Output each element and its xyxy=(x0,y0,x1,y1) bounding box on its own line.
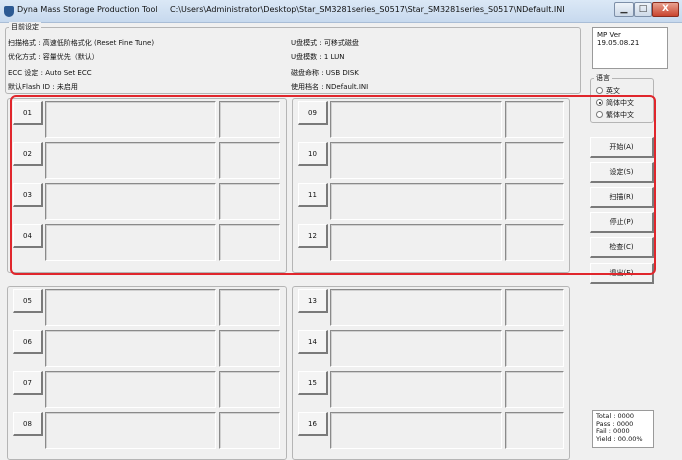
slot-13-capacity xyxy=(505,289,564,326)
slot-15-button[interactable]: 15 xyxy=(298,371,328,395)
app-shield-icon xyxy=(4,6,14,17)
optimize-mode-info: 优化方式 : 容量优先（默认） xyxy=(8,53,99,61)
ini-file-info: 使用档名 : NDefault.INI xyxy=(291,83,369,91)
current-settings-legend: 目前设定 xyxy=(9,22,41,32)
slot-16-capacity xyxy=(505,412,564,449)
disk-mode-info: U盘模式 : 可移式磁盘 xyxy=(291,39,359,47)
stats-box: Total : 0000 Pass : 0000 Fail : 0000 Yie… xyxy=(592,410,654,448)
slot-13-button[interactable]: 13 xyxy=(298,289,328,313)
slot-13-status xyxy=(330,289,502,326)
slot-15-capacity xyxy=(505,371,564,408)
radio-english[interactable] xyxy=(596,87,603,94)
slot-14-status xyxy=(330,330,502,367)
slot-08-status xyxy=(45,412,216,449)
slot-08-button[interactable]: 08 xyxy=(13,412,43,436)
slot-07-status xyxy=(45,371,216,408)
slot-16-button[interactable]: 16 xyxy=(298,412,328,436)
slot-05-status xyxy=(45,289,216,326)
maximize-button[interactable]: □ xyxy=(634,2,652,17)
slot-16-status xyxy=(330,412,502,449)
slot-07-button[interactable]: 07 xyxy=(13,371,43,395)
close-button[interactable]: X xyxy=(652,2,679,17)
slot-07-capacity xyxy=(219,371,280,408)
yield-percent: Yield : 00.00% xyxy=(596,434,643,443)
slot-05-button[interactable]: 05 xyxy=(13,289,43,313)
window-file-path: C:\Users\Administrator\Desktop\Star_SM32… xyxy=(170,5,565,14)
version-box: MP Ver 19.05.08.21 xyxy=(592,27,668,69)
red-highlight-annotation xyxy=(10,95,656,275)
minimize-button[interactable]: ▁ xyxy=(614,2,634,17)
slot-08-capacity xyxy=(219,412,280,449)
version-text: MP Ver 19.05.08.21 xyxy=(597,31,640,47)
disk-name-info: 磁盘命称 : USB DISK xyxy=(291,69,359,77)
slot-15-status xyxy=(330,371,502,408)
language-english-label: 英文 xyxy=(606,87,620,95)
slot-14-capacity xyxy=(505,330,564,367)
ecc-setting-info: ECC 设定 : Auto Set ECC xyxy=(8,69,92,77)
slot-06-capacity xyxy=(219,330,280,367)
title-bar: Dyna Mass Storage Production Tool C:\Use… xyxy=(0,0,682,23)
slot-05-capacity xyxy=(219,289,280,326)
slot-14-button[interactable]: 14 xyxy=(298,330,328,354)
window-title: Dyna Mass Storage Production Tool xyxy=(17,5,158,14)
lun-count-info: U盘模数 : 1 LUN xyxy=(291,53,345,61)
main-window-body: 目前设定 扫描格式 : 高速低阶格式化 (Reset Fine Tune) 优化… xyxy=(0,22,682,460)
scan-format-info: 扫描格式 : 高速低阶格式化 (Reset Fine Tune) xyxy=(8,39,155,47)
slot-06-button[interactable]: 06 xyxy=(13,330,43,354)
default-flash-id-info: 默认Flash ID : 未启用 xyxy=(8,83,78,91)
slot-06-status xyxy=(45,330,216,367)
language-legend: 语言 xyxy=(594,73,612,83)
